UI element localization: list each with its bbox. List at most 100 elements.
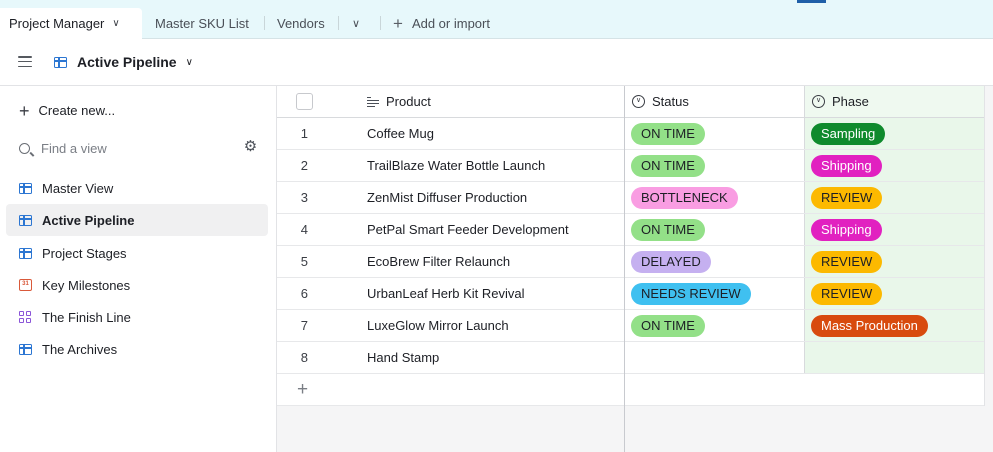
add-row-spacer <box>624 374 804 405</box>
tab-divider <box>264 16 265 30</box>
add-row-spacer <box>804 374 984 405</box>
create-new-label: Create new... <box>38 103 116 118</box>
hamburger-menu-icon[interactable] <box>18 56 32 68</box>
product-cell[interactable]: Hand Stamp <box>367 342 624 373</box>
tab-accent-line <box>797 0 826 3</box>
add-row-spacer <box>367 374 624 405</box>
status-cell[interactable]: ON TIME <box>624 150 804 181</box>
row-number: 8 <box>300 350 308 365</box>
status-cell[interactable]: ON TIME <box>624 310 804 341</box>
column-header-product[interactable]: Product <box>367 86 624 117</box>
phase-cell[interactable]: Shipping <box>804 214 984 245</box>
tab-label: Project Manager <box>9 16 105 31</box>
row-number: 5 <box>300 254 308 269</box>
table-row[interactable]: 5 EcoBrew Filter Relaunch DELAYED REVIEW <box>277 246 984 278</box>
product-cell[interactable]: PetPal Smart Feeder Development <box>367 214 624 245</box>
product-cell[interactable]: LuxeGlow Mirror Launch <box>367 310 624 341</box>
phase-cell[interactable]: Mass Production <box>804 310 984 341</box>
table-row[interactable]: 7 LuxeGlow Mirror Launch ON TIME Mass Produ… <box>277 310 984 342</box>
add-or-import-label: Add or import <box>411 16 490 31</box>
phase-cell[interactable]: REVIEW <box>804 246 984 277</box>
tab-label: Vendors <box>277 16 325 31</box>
phase-cell[interactable]: REVIEW <box>804 278 984 309</box>
grid-icon <box>19 247 32 259</box>
table-row[interactable]: 2 TrailBlaze Water Bottle Launch ON TIME Sh… <box>277 150 984 182</box>
frozen-column-divider <box>624 86 625 452</box>
status-badge: ON TIME <box>631 122 705 145</box>
tab-divider <box>380 16 381 30</box>
column-header-phase[interactable]: ∨ Phase <box>804 86 984 117</box>
phase-cell[interactable] <box>804 342 984 373</box>
status-badge: ON TIME <box>631 218 705 241</box>
row-number: 2 <box>300 158 308 173</box>
grid-header-row: Product ∨ Status ∨ Phase <box>277 86 984 118</box>
tab-divider <box>338 16 339 30</box>
sidebar-item-label: Active Pipeline <box>42 212 135 228</box>
status-cell[interactable]: NEEDS REVIEW <box>624 278 804 309</box>
column-header-label: Status <box>652 94 689 109</box>
plus-icon: + <box>393 13 403 33</box>
status-cell[interactable]: BOTTLENECK <box>624 182 804 213</box>
create-new-view-button[interactable]: + Create new... <box>19 102 116 120</box>
more-tabs-button[interactable]: ∨ <box>352 8 360 39</box>
status-cell[interactable]: ON TIME <box>624 118 804 149</box>
phase-cell[interactable]: REVIEW <box>804 182 984 213</box>
add-or-import-button[interactable]: + Add or import <box>393 8 490 39</box>
chevron-down-icon: ∨ <box>185 56 193 68</box>
sidebar-item-label: Key Milestones <box>42 277 131 293</box>
add-record-row[interactable]: + <box>277 374 984 406</box>
grid-icon <box>19 343 32 355</box>
sidebar-item-label: The Archives <box>42 341 118 357</box>
phase-cell[interactable]: Sampling <box>804 118 984 149</box>
tab-project-manager[interactable]: Project Manager ∨ <box>0 8 142 39</box>
column-header-status[interactable]: ∨ Status <box>624 86 804 117</box>
status-badge: ON TIME <box>631 314 705 337</box>
sidebar-item-key-milestones[interactable]: 31 Key Milestones <box>6 269 268 301</box>
phase-badge: REVIEW <box>811 186 883 209</box>
table-row[interactable]: 1 Coffee Mug ON TIME Sampling <box>277 118 984 150</box>
grid-area: Product ∨ Status ∨ Phase 1 Coffee Mug ON T… <box>277 86 993 452</box>
table-row[interactable]: 6 UrbanLeaf Herb Kit Revival NEEDS REVIEW R… <box>277 278 984 310</box>
sidebar-item-label: Master View <box>42 180 114 196</box>
tab-label: Master SKU List <box>155 16 249 31</box>
tab-master-sku-list[interactable]: Master SKU List <box>155 8 249 39</box>
status-cell[interactable] <box>624 342 804 373</box>
add-record-button[interactable]: + <box>277 374 367 405</box>
phase-badge: Mass Production <box>811 314 928 337</box>
row-number: 3 <box>300 190 308 205</box>
product-cell[interactable]: ZenMist Diffuser Production <box>367 182 624 213</box>
sidebar-item-the-finish-line[interactable]: The Finish Line <box>6 301 268 333</box>
chevron-down-icon: ∨ <box>352 18 361 30</box>
select-all-checkbox[interactable] <box>296 93 313 110</box>
grid-icon <box>19 182 32 194</box>
chevron-down-icon[interactable]: ∨ <box>112 18 119 29</box>
find-view-input[interactable]: Find a view <box>19 141 107 156</box>
status-cell[interactable]: DELAYED <box>624 246 804 277</box>
sidebar-item-master-view[interactable]: Master View <box>6 172 268 204</box>
sidebar-item-project-stages[interactable]: Project Stages <box>6 237 268 269</box>
records-grid: Product ∨ Status ∨ Phase 1 Coffee Mug ON T… <box>277 86 985 406</box>
table-row[interactable]: 4 PetPal Smart Feeder Development ON TIME S… <box>277 214 984 246</box>
sidebar-item-the-archives[interactable]: The Archives <box>6 333 268 365</box>
tab-vendors[interactable]: Vendors <box>277 8 325 39</box>
status-cell[interactable]: ON TIME <box>624 214 804 245</box>
product-cell[interactable]: UrbanLeaf Herb Kit Revival <box>367 278 624 309</box>
view-bar: Active Pipeline ∨ <box>0 39 993 86</box>
product-cell[interactable]: TrailBlaze Water Bottle Launch <box>367 150 624 181</box>
views-sidebar: + Create new... Find a view ⚙ Master Vie… <box>0 86 277 452</box>
column-header-label: Phase <box>832 94 869 109</box>
product-cell[interactable]: EcoBrew Filter Relaunch <box>367 246 624 277</box>
sidebar-item-active-pipeline[interactable]: Active Pipeline <box>6 204 268 236</box>
status-badge: ON TIME <box>631 154 705 177</box>
table-row[interactable]: 8 Hand Stamp <box>277 342 984 374</box>
table-row[interactable]: 3 ZenMist Diffuser Production BOTTLENECK RE… <box>277 182 984 214</box>
search-icon <box>19 143 30 154</box>
grid-icon <box>19 214 32 226</box>
product-cell[interactable]: Coffee Mug <box>367 118 624 149</box>
gear-icon[interactable]: ⚙ <box>243 139 258 154</box>
single-select-icon: ∨ <box>812 95 825 108</box>
row-number: 1 <box>300 126 308 141</box>
status-badge: DELAYED <box>631 250 711 273</box>
phase-cell[interactable]: Shipping <box>804 150 984 181</box>
view-switcher[interactable]: Active Pipeline ∨ <box>54 54 193 70</box>
